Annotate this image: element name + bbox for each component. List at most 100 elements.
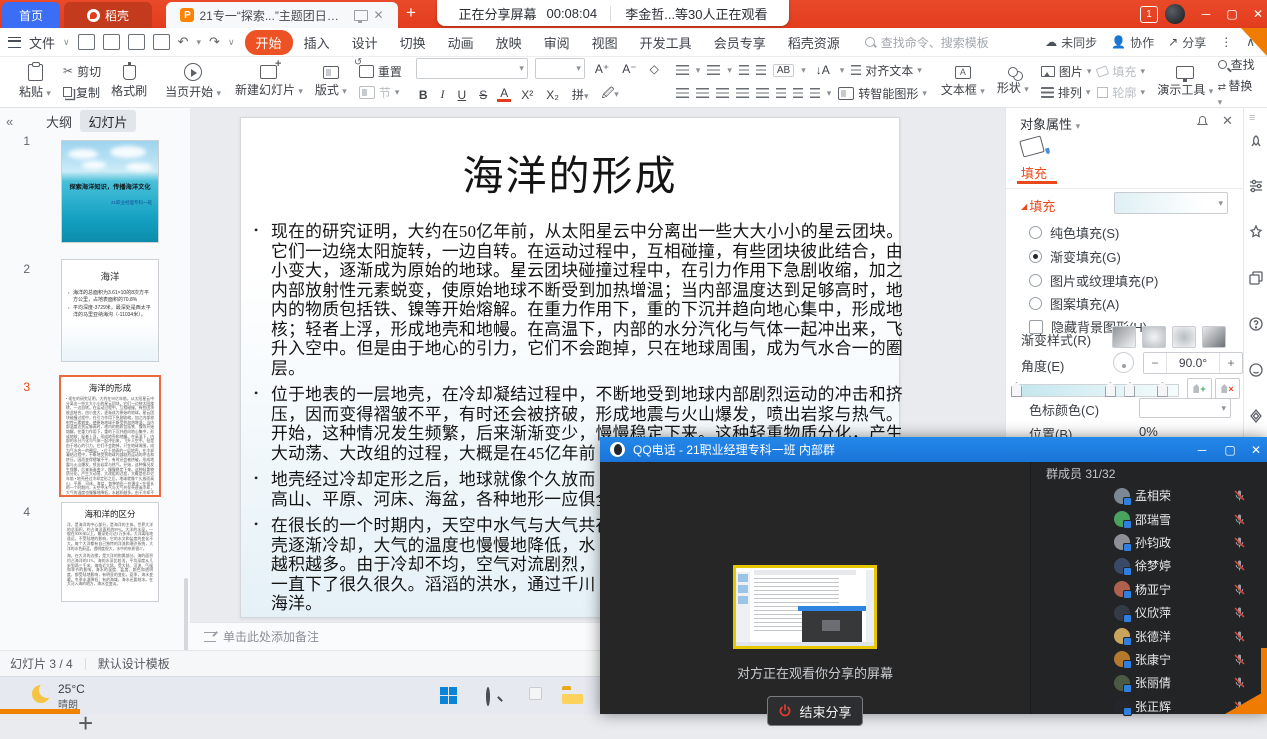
hamburger-icon[interactable] <box>8 37 21 48</box>
member-row[interactable]: 张德洋 <box>1031 624 1267 647</box>
cut-button[interactable]: ✂剪切 <box>63 63 101 80</box>
slide-thumbnail-3-selected[interactable]: 海洋的形成 • 现在的研究证明，大约在50亿年前，从太阳星云中分离出一些大大小小… <box>59 375 161 497</box>
format-painter-button[interactable]: 格式刷 <box>107 65 151 99</box>
tab-close-icon[interactable]: ✕ <box>373 8 383 22</box>
sync-status-button[interactable]: ☁ 未同步 <box>1045 34 1097 51</box>
slide-thumbnail-2[interactable]: 海洋 海洋的总面积为3.61×10的8次方平方公里，占地表面积的70.8%平均深… <box>61 259 159 362</box>
angle-dial[interactable] <box>1113 352 1134 373</box>
menu-item-开发工具[interactable]: 开发工具 <box>629 30 703 55</box>
member-row[interactable]: 张康宁 <box>1031 648 1267 671</box>
increase-indent-icon[interactable] <box>756 65 766 75</box>
gradient-style-1[interactable] <box>1112 326 1136 348</box>
gradient-style-2[interactable] <box>1142 326 1166 348</box>
clear-format-icon[interactable]: ◇ <box>647 62 662 76</box>
menu-item-设计[interactable]: 设计 <box>341 30 389 55</box>
user-avatar[interactable] <box>1165 4 1185 24</box>
screen-share-preview[interactable] <box>733 565 877 649</box>
save-icon[interactable] <box>78 34 95 50</box>
add-gradient-stop-button[interactable]: + <box>1187 378 1212 399</box>
print-preview-icon[interactable] <box>153 34 170 50</box>
tab-fill[interactable]: 填充 <box>1021 163 1047 182</box>
distribute-icon[interactable] <box>756 88 769 98</box>
reset-button[interactable]: 重置 <box>359 63 402 80</box>
tab-slides[interactable]: 幻灯片 <box>80 110 136 132</box>
settings-sliders-icon[interactable] <box>1248 178 1264 194</box>
fill-button[interactable]: 填充 ▾ <box>1097 63 1145 80</box>
increase-font-button[interactable]: A⁺ <box>592 62 612 76</box>
resource-badge-icon[interactable] <box>1248 408 1264 424</box>
file-menu[interactable]: 文件 <box>29 33 55 52</box>
menu-item-会员专享[interactable]: 会员专享 <box>703 30 777 55</box>
replace-button[interactable]: ⇄ 替换 ▾ <box>1218 77 1258 108</box>
member-row[interactable]: 杨亚宁 <box>1031 578 1267 601</box>
pinyin-button[interactable]: 拼▾ <box>569 86 592 103</box>
picture-button[interactable]: 图片 ▾ <box>1041 63 1092 80</box>
outline-button[interactable]: 轮廓 ▾ <box>1097 84 1145 101</box>
line-spacing-up-icon[interactable] <box>776 88 786 98</box>
gradient-style-3[interactable] <box>1172 326 1196 348</box>
play-from-current-button[interactable]: 当页开始 ▾ <box>165 63 221 100</box>
weather-temperature[interactable]: 25°C <box>58 682 85 696</box>
new-slide-button[interactable]: 新建幻灯片 ▾ <box>235 65 303 98</box>
superscript-button[interactable]: X² <box>518 88 536 102</box>
stop-color-dropdown[interactable]: ▾ <box>1139 398 1231 418</box>
tab-docer[interactable]: 稻壳 <box>64 2 152 28</box>
find-button[interactable]: 查找 <box>1218 56 1258 73</box>
qq-close-button[interactable]: ✕ <box>1243 437 1267 462</box>
close-panel-icon[interactable]: ✕ <box>1222 113 1233 129</box>
paste-button[interactable]: 粘贴 ▾ <box>13 64 57 100</box>
gradient-style-4[interactable] <box>1202 326 1226 348</box>
menu-item-动画[interactable]: 动画 <box>437 30 485 55</box>
layout-button[interactable]: 版式 ▾ <box>309 66 353 98</box>
radio-solid-fill[interactable]: 纯色填充(S) <box>1029 223 1119 242</box>
menu-item-放映[interactable]: 放映 <box>485 30 533 55</box>
textbox-button[interactable]: A文本框 ▾ <box>941 66 985 98</box>
fill-section-header[interactable]: 填充 <box>1021 196 1055 215</box>
subscript-button[interactable]: X₂ <box>543 88 562 102</box>
member-row[interactable]: 徐梦婷 <box>1031 554 1267 577</box>
menu-item-视图[interactable]: 视图 <box>581 30 629 55</box>
menu-item-稻壳资源[interactable]: 稻壳资源 <box>777 30 851 55</box>
align-right-icon[interactable] <box>716 88 729 98</box>
decrease-indent-icon[interactable] <box>739 65 749 75</box>
qq-minimize-button[interactable]: ─ <box>1189 437 1215 462</box>
delete-gradient-stop-button[interactable]: × <box>1215 378 1240 399</box>
window-minimize-button[interactable]: ─ <box>1194 0 1218 28</box>
gradient-stop[interactable] <box>1105 382 1116 397</box>
align-center-icon[interactable] <box>696 88 709 98</box>
angle-minus-button[interactable]: − <box>1144 356 1166 370</box>
convert-smart-graphic-button[interactable]: 转智能图形▾ <box>838 85 927 102</box>
font-size-combo[interactable]: ▾ <box>535 58 585 79</box>
gradient-stops-track[interactable] <box>1015 384 1179 397</box>
decrease-font-button[interactable]: A⁻ <box>619 62 639 76</box>
tab-outline[interactable]: 大纲 <box>46 112 72 131</box>
angle-value[interactable]: 90.0° <box>1167 356 1219 370</box>
weather-moon-icon[interactable] <box>32 685 50 703</box>
radio-gradient-fill[interactable]: 渐变填充(G) <box>1029 247 1121 266</box>
strikethrough-button[interactable]: S <box>476 88 490 102</box>
text-direction-button[interactable]: ↓A <box>813 63 833 77</box>
command-search[interactable]: 查找命令、搜索模板 <box>865 34 989 51</box>
quick-access-more-icon[interactable]: ∨ <box>228 37 235 48</box>
align-text-button[interactable]: 对齐文本▾ <box>851 62 922 79</box>
quick-tools-rocket-icon[interactable] <box>1248 134 1264 150</box>
menu-item-插入[interactable]: 插入 <box>293 30 341 55</box>
member-row[interactable]: 孟相荣 <box>1031 484 1267 507</box>
fill-preview-dropdown[interactable]: ▾ <box>1114 192 1228 214</box>
share-button[interactable]: ↗ 分享 <box>1168 34 1206 51</box>
align-left-icon[interactable] <box>676 88 689 98</box>
radio-pattern-fill[interactable]: 图案填充(A) <box>1029 294 1119 313</box>
slide-thumbnail-1[interactable]: 探索海洋知识，传播海洋文化 21职业经理专科一班 <box>61 140 159 243</box>
screen-sharing-status-pill[interactable]: 正在分享屏幕 00:08:04 │ 李金哲...等30人正在观看 <box>437 0 789 26</box>
qq-maximize-button[interactable]: ▢ <box>1217 437 1243 462</box>
design-template-label[interactable]: 默认设计模板 <box>98 655 170 672</box>
undo-dropdown-icon[interactable]: ▾ <box>197 37 202 48</box>
start-button[interactable] <box>440 687 457 704</box>
highlight-button[interactable]: 🖉▾ <box>598 84 621 105</box>
copy-button[interactable]: 复制 <box>63 84 101 101</box>
line-spacing-down-icon[interactable] <box>793 88 803 98</box>
member-row[interactable]: 孙钧政 <box>1031 531 1267 554</box>
character-spacing-button[interactable]: AB <box>773 64 794 77</box>
print-icon[interactable] <box>128 34 145 50</box>
redo-icon[interactable]: ↷ <box>209 34 220 50</box>
